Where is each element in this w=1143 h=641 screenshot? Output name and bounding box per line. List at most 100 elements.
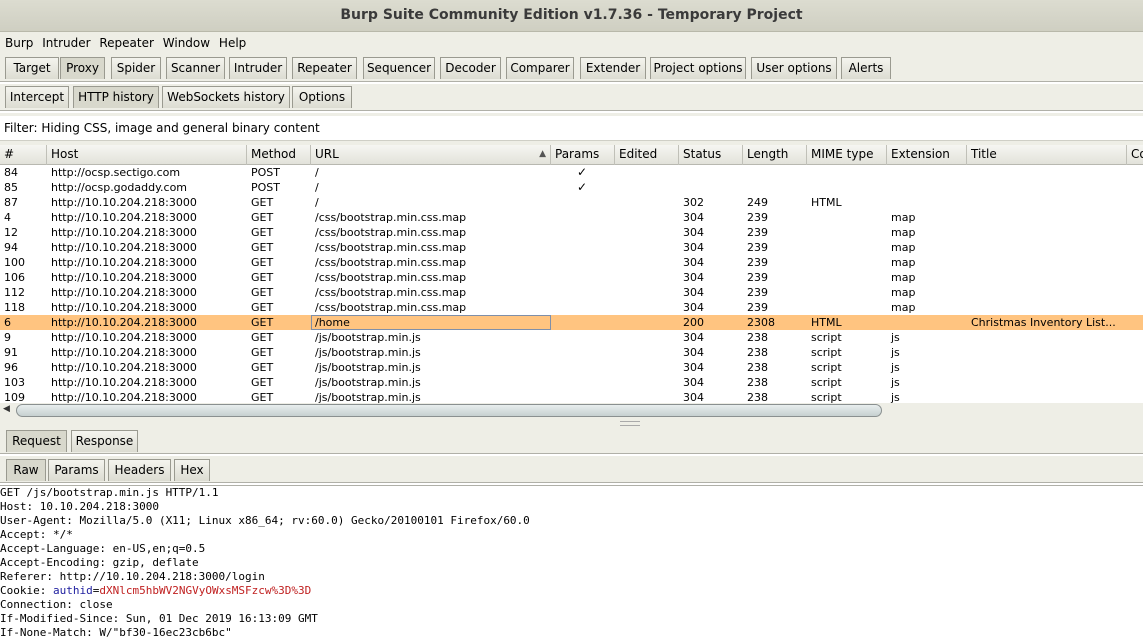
cell-number: 12: [4, 226, 18, 239]
table-row[interactable]: 9 http://10.10.204.218:3000 GET/js/bootstr…: [0, 330, 1143, 345]
col-url[interactable]: URL ▲: [311, 145, 551, 165]
table-row[interactable]: 100 http://10.10.204.218:3000 GET/css/boot…: [0, 255, 1143, 270]
cell-params: [551, 360, 615, 375]
table-row[interactable]: 96 http://10.10.204.218:3000 GET/js/bootst…: [0, 360, 1143, 375]
cell-title: [967, 225, 1127, 240]
tab-intruder[interactable]: Intruder: [229, 57, 287, 79]
tab-spider[interactable]: Spider: [111, 57, 161, 79]
cell-params: [551, 285, 615, 300]
col-number[interactable]: #: [0, 145, 47, 165]
main-tab-bar: Target Proxy Spider Scanner Intruder Rep…: [0, 57, 1143, 84]
col-length[interactable]: Length: [743, 145, 807, 165]
table-row[interactable]: 6 http://10.10.204.218:3000 GET/home 200 230…: [0, 315, 1143, 330]
cell-edited: [615, 285, 679, 300]
col-params[interactable]: Params: [551, 145, 615, 165]
tab-comparer[interactable]: Comparer: [506, 57, 574, 79]
cell-status: 304: [683, 391, 704, 403]
message-tab-bar: Request Response: [0, 430, 1143, 456]
col-method[interactable]: Method: [247, 145, 311, 165]
params-check-icon: ✓: [577, 180, 588, 194]
table-row[interactable]: 94 http://10.10.204.218:3000 GET/css/boots…: [0, 240, 1143, 255]
tab-target[interactable]: Target: [5, 57, 59, 79]
tab-extender[interactable]: Extender: [580, 57, 646, 79]
cell-length: 238: [747, 391, 768, 403]
cell-status: 304: [683, 331, 704, 344]
col-extension[interactable]: Extension: [887, 145, 967, 165]
tab-websockets-history[interactable]: WebSockets history: [162, 86, 290, 108]
table-row[interactable]: 109 http://10.10.204.218:3000 GET/js/boots…: [0, 390, 1143, 403]
cell-status: [679, 165, 743, 180]
table-row[interactable]: 118 http://10.10.204.218:3000 GET/css/boot…: [0, 300, 1143, 315]
cell-mime-type: [807, 255, 887, 270]
cell-url: /css/bootstrap.min.css.map: [315, 256, 467, 269]
col-mime-type[interactable]: MIME type: [807, 145, 887, 165]
cell-url: /js/bootstrap.min.js: [315, 376, 421, 389]
cell-edited: [615, 330, 679, 345]
col-status[interactable]: Status: [679, 145, 743, 165]
cell-extension: map: [891, 226, 916, 239]
cell-url: /css/bootstrap.min.css.map: [315, 241, 467, 254]
scrollbar-thumb[interactable]: [16, 404, 882, 417]
cell-method: GET: [251, 301, 274, 314]
tab-http-history[interactable]: HTTP history: [73, 86, 159, 108]
raw-request-editor[interactable]: GET /js/bootstrap.min.js HTTP/1.1 Host: …: [0, 485, 1143, 641]
col-edited[interactable]: Edited: [615, 145, 679, 165]
table-row[interactable]: 84 http://ocsp.sectigo.com POST / ✓: [0, 165, 1143, 180]
menu-window[interactable]: Window: [158, 33, 210, 53]
col-title[interactable]: Title: [967, 145, 1127, 165]
cell-host: http://10.10.204.218:3000: [51, 361, 197, 374]
cell-number: 9: [4, 331, 11, 344]
table-row[interactable]: 103 http://10.10.204.218:3000 GET/js/boots…: [0, 375, 1143, 390]
cell-edited: [615, 390, 679, 403]
tab-raw[interactable]: Raw: [6, 459, 46, 481]
menu-burp[interactable]: Burp: [0, 33, 33, 53]
menu-intruder[interactable]: Intruder: [37, 33, 90, 53]
tab-user-options[interactable]: User options: [751, 57, 837, 79]
table-row[interactable]: 91 http://10.10.204.218:3000 GET/js/bootst…: [0, 345, 1143, 360]
menu-help[interactable]: Help: [214, 33, 246, 53]
cell-length: 2308: [747, 316, 775, 329]
scroll-left-icon[interactable]: ◀: [3, 404, 10, 414]
cell-length: 238: [747, 346, 768, 359]
table-row[interactable]: 87 http://10.10.204.218:3000 GET / 302 249 HTM…: [0, 195, 1143, 210]
tab-intercept[interactable]: Intercept: [5, 86, 69, 108]
tab-project-options[interactable]: Project options: [650, 57, 746, 79]
tab-request[interactable]: Request: [6, 430, 67, 452]
header-accept: Accept: */*: [0, 528, 73, 541]
table-header: # Host Method URL ▲ Params Edited Status …: [0, 145, 1143, 165]
cell-extension: map: [891, 301, 916, 314]
tab-scanner[interactable]: Scanner: [166, 57, 225, 79]
tab-options[interactable]: Options: [292, 86, 352, 108]
header-cookie: Cookie: authid=dXNlcm5hbWV2NGVyOWxsMSFzc…: [0, 584, 311, 598]
tab-headers[interactable]: Headers: [108, 459, 171, 481]
tab-response[interactable]: Response: [71, 430, 138, 452]
cell-mime-type: script: [811, 376, 842, 389]
tab-decoder[interactable]: Decoder: [440, 57, 501, 79]
horizontal-scrollbar[interactable]: ◀: [0, 403, 1143, 419]
col-comment[interactable]: Co: [1127, 145, 1143, 165]
tab-hex[interactable]: Hex: [174, 459, 210, 481]
col-host[interactable]: Host: [47, 145, 247, 165]
table-row[interactable]: 85 http://ocsp.godaddy.com POST / ✓: [0, 180, 1143, 195]
cell-url: /: [315, 166, 319, 179]
tab-repeater[interactable]: Repeater: [292, 57, 357, 79]
tab-alerts[interactable]: Alerts: [841, 57, 891, 79]
table-row[interactable]: 112 http://10.10.204.218:3000 GET/css/boot…: [0, 285, 1143, 300]
table-row[interactable]: 12 http://10.10.204.218:3000 GET/css/boots…: [0, 225, 1143, 240]
pane-splitter[interactable]: [620, 421, 640, 426]
tab-proxy[interactable]: Proxy: [60, 57, 105, 79]
cell-url: /css/bootstrap.min.css.map: [315, 301, 467, 314]
table-row[interactable]: 106 http://10.10.204.218:3000 GET/css/boot…: [0, 270, 1143, 285]
filter-bar[interactable]: Filter: Hiding CSS, image and general bi…: [0, 116, 1143, 141]
cell-extension: js: [891, 391, 900, 403]
table-row[interactable]: 4 http://10.10.204.218:3000 GET/css/bootst…: [0, 210, 1143, 225]
cell-url: /js/bootstrap.min.js: [315, 346, 421, 359]
cell-method: POST: [251, 181, 280, 194]
tab-sequencer[interactable]: Sequencer: [363, 57, 435, 79]
cell-mime-type: [807, 165, 887, 180]
menu-repeater[interactable]: Repeater: [94, 33, 154, 53]
tab-params[interactable]: Params: [48, 459, 105, 481]
cell-number: 106: [4, 271, 25, 284]
header-accept-language: Accept-Language: en-US,en;q=0.5: [0, 542, 206, 555]
cell-number: 85: [4, 181, 18, 194]
